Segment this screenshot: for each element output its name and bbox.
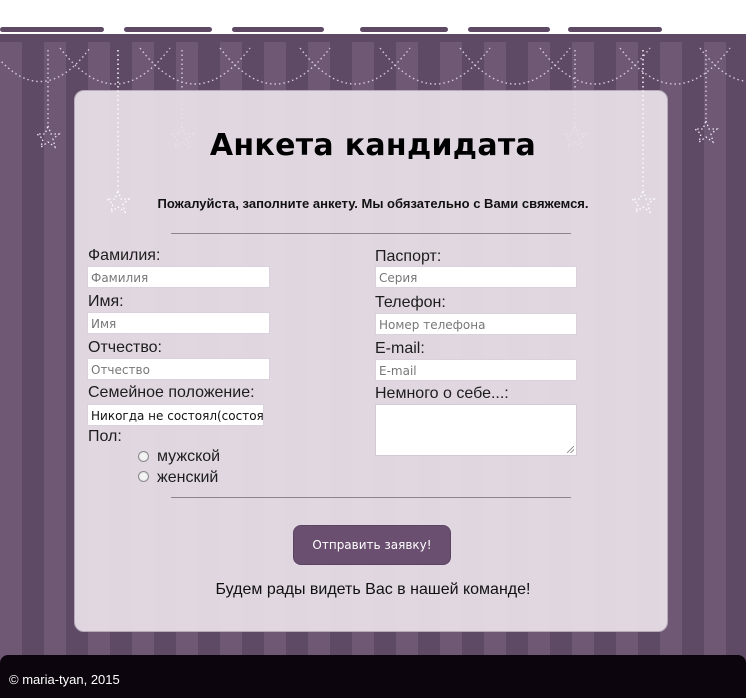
patronymic-label: Отчество: [88,339,162,356]
email-label: E-mail: [375,340,425,357]
gender-female-radio[interactable] [138,471,149,482]
about-textarea[interactable] [375,404,577,456]
name-label: Имя: [88,293,124,310]
gender-female-label: женский [157,469,219,486]
top-curtain-rod [0,0,746,42]
submit-button[interactable]: Отправить заявку! [293,525,451,565]
page-footer: © maria-tyan, 2015 [0,655,746,698]
marital-status-label: Семейное положение: [88,384,255,401]
surname-label: Фамилия: [88,247,161,264]
name-input[interactable]: Имя [87,312,270,334]
divider-bottom [171,497,571,498]
copyright-text: © maria-tyan, 2015 [9,672,120,687]
passport-label: Паспорт: [375,248,442,265]
closing-message: Будем рады видеть Вас в нашей команде! [215,581,531,598]
rod-dash [468,27,550,32]
gender-male-radio[interactable] [138,451,149,462]
phone-label: Телефон: [375,294,446,311]
gender-label: Пол: [88,428,122,445]
page-subtitle: Пожалуйста, заполните анкету. Мы обязате… [157,196,589,211]
rod-dash [360,27,448,32]
about-label: Немного о себе...: [375,385,509,402]
resize-grip-icon[interactable] [567,446,574,453]
rod-dash [124,27,212,32]
rod-dash [568,27,662,32]
passport-input[interactable]: Серия [375,266,577,288]
phone-input[interactable]: Номер телефона [375,313,577,335]
rod-dash [232,27,324,32]
gender-male-label: мужской [157,448,221,465]
divider-top [171,233,571,234]
surname-input[interactable]: Фамилия [87,266,270,288]
email-input[interactable]: E-mail [375,359,577,381]
marital-status-select[interactable]: Никогда не состоял(состояла [87,404,264,426]
page-title: Анкета кандидата [209,128,537,163]
patronymic-input[interactable]: Отчество [87,358,270,380]
rod-dash [0,27,104,32]
